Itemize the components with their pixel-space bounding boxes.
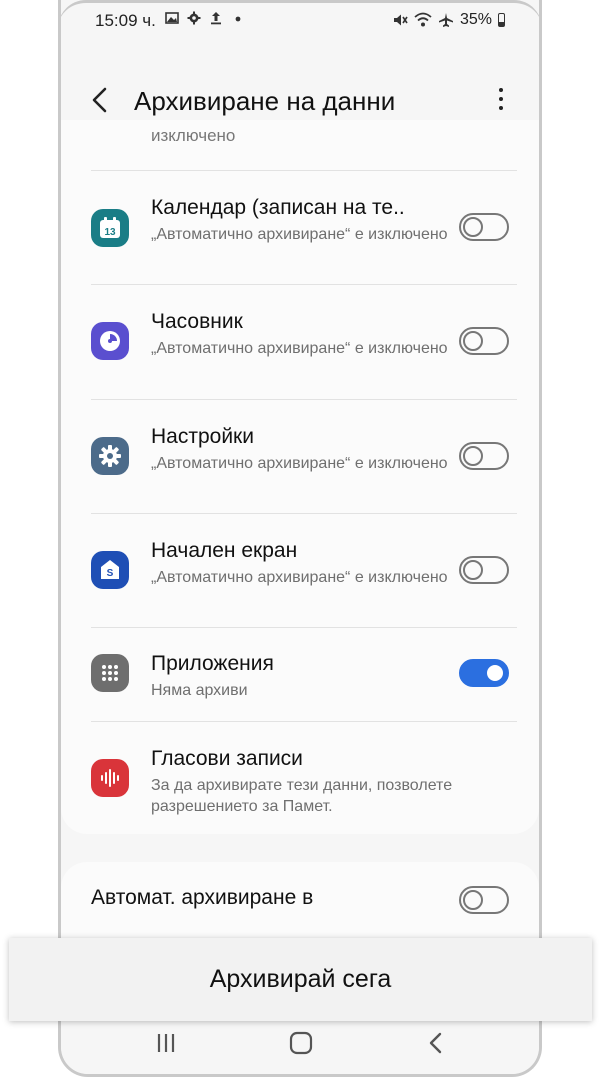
divider bbox=[91, 513, 517, 514]
list-item-subtitle: „Автоматично архивиране“ е изключено bbox=[151, 226, 448, 243]
list-item-clock[interactable]: Часовник „Автоматично архивиране“ е изкл… bbox=[61, 284, 539, 399]
backup-apps-list: изключено 13 Календар (записан на те.. „… bbox=[61, 120, 539, 834]
list-item-home-screen[interactable]: S Начален екран „Автоматично архивиране“… bbox=[61, 513, 539, 627]
list-item-subtitle: Няма архиви bbox=[151, 682, 248, 699]
dot-icon bbox=[235, 16, 241, 22]
apps-icon bbox=[91, 654, 129, 692]
status-bar: 15:09 ч. 35% bbox=[61, 0, 539, 44]
back-nav-button[interactable] bbox=[421, 1030, 451, 1056]
settings-icon bbox=[91, 437, 129, 475]
mute-icon bbox=[393, 14, 408, 26]
list-item-title: Настройки bbox=[151, 425, 254, 448]
home-button[interactable] bbox=[286, 1030, 316, 1056]
list-item-subtitle: „Автоматично архивиране“ е изключено bbox=[151, 569, 448, 586]
settings-backup-toggle[interactable] bbox=[459, 442, 509, 470]
list-item-title: Гласови записи bbox=[151, 747, 303, 770]
back-button[interactable] bbox=[83, 82, 119, 118]
clock-icon bbox=[91, 322, 129, 360]
divider bbox=[91, 399, 517, 400]
more-options-button[interactable] bbox=[491, 84, 511, 114]
auto-backup-toggle[interactable] bbox=[459, 886, 509, 914]
auto-backup-label: Автомат. архивиране в bbox=[91, 886, 314, 909]
divider bbox=[91, 627, 517, 628]
list-item-title: Календар (записан на те.. bbox=[151, 196, 405, 219]
list-item-voice-recorder[interactable]: Гласови записи За да архивирате тези дан… bbox=[61, 721, 539, 834]
gear-icon bbox=[187, 11, 201, 25]
status-icons-left bbox=[165, 11, 245, 25]
list-item-subtitle: „Автоматично архивиране“ е изключено bbox=[151, 340, 448, 357]
cut-off-subtitle: изключено bbox=[151, 126, 236, 145]
page-title: Архивиране на данни bbox=[134, 86, 396, 116]
voice-recorder-icon bbox=[91, 759, 129, 797]
battery-icon bbox=[498, 13, 505, 27]
airplane-icon bbox=[438, 13, 453, 27]
list-item-subtitle: „Автоматично архивиране“ е изключено bbox=[151, 455, 448, 472]
list-item-settings[interactable]: Настройки „Автоматично архивиране“ е изк… bbox=[61, 399, 539, 513]
home-screen-backup-toggle[interactable] bbox=[459, 556, 509, 584]
divider bbox=[91, 170, 517, 171]
svg-text:S: S bbox=[107, 568, 114, 579]
battery-percent: 35% bbox=[459, 11, 492, 28]
calendar-icon: 13 bbox=[91, 209, 129, 247]
list-item-title: Часовник bbox=[151, 310, 243, 333]
apps-backup-toggle[interactable] bbox=[459, 659, 509, 687]
wifi-icon bbox=[414, 12, 432, 27]
calendar-backup-toggle[interactable] bbox=[459, 213, 509, 241]
backup-now-button[interactable]: Архивирай сега bbox=[9, 938, 592, 1021]
divider bbox=[91, 721, 517, 722]
list-item-title: Приложения bbox=[151, 652, 274, 675]
upload-icon bbox=[211, 12, 221, 25]
list-item-apps[interactable]: Приложения Няма архиви bbox=[61, 627, 539, 721]
image-icon bbox=[165, 12, 179, 24]
status-icons-right: 35% bbox=[392, 11, 505, 29]
svg-text:13: 13 bbox=[104, 227, 116, 238]
clock-backup-toggle[interactable] bbox=[459, 327, 509, 355]
phone-frame: 15:09 ч. 35% Архивиране на данни изключе… bbox=[58, 0, 542, 1077]
navigation-bar bbox=[61, 1014, 539, 1074]
divider bbox=[91, 284, 517, 285]
list-item-calendar[interactable]: 13 Календар (записан на те.. „Автоматичн… bbox=[61, 170, 539, 284]
status-time: 15:09 ч. bbox=[95, 11, 156, 30]
recent-apps-button[interactable] bbox=[151, 1030, 181, 1056]
list-item-title: Начален екран bbox=[151, 539, 298, 562]
list-item-subtitle: За да архивирате тези данни, позволете р… bbox=[151, 777, 453, 815]
home-screen-icon: S bbox=[91, 551, 129, 589]
